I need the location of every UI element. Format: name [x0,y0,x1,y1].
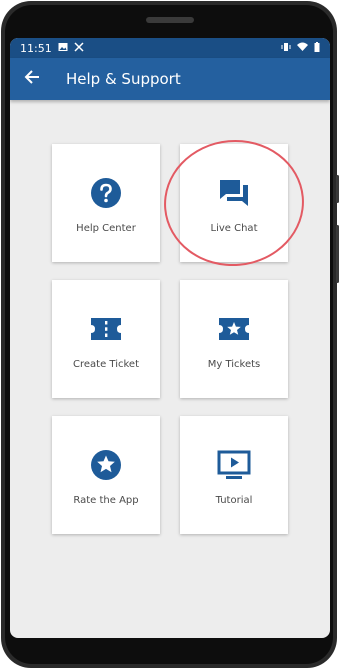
live-chat-card[interactable]: Live Chat [180,144,288,262]
tutorial-label: Tutorial [215,495,253,506]
wifi-icon [297,42,308,55]
star-ticket-icon [217,312,251,346]
vibrate-icon [281,42,291,55]
live-chat-label: Live Chat [210,223,258,234]
screen: 11:51 Help & Support Help Center Live Ch… [10,38,330,638]
create-ticket-card[interactable]: Create Ticket [52,280,160,398]
my-tickets-label: My Tickets [207,359,261,370]
battery-icon [314,41,320,55]
rate-app-label: Rate the App [73,495,139,506]
ticket-icon [89,312,123,346]
rate-app-card[interactable]: Rate the App [52,416,160,534]
create-ticket-label: Create Ticket [73,359,139,370]
star-circle-icon [89,448,123,482]
cut-icon [74,41,84,55]
phone-speaker [146,17,194,23]
power-button [336,225,339,283]
page-title: Help & Support [66,70,181,88]
chat-icon [217,176,251,210]
image-icon [58,42,68,55]
status-bar: 11:51 [10,38,330,58]
volume-button [336,175,339,203]
my-tickets-card[interactable]: My Tickets [180,280,288,398]
play-screen-icon [217,448,251,482]
tutorial-card[interactable]: Tutorial [180,416,288,534]
status-time: 11:51 [20,41,52,55]
help-circle-icon [89,176,123,210]
help-center-label: Help Center [76,223,136,234]
app-bar: Help & Support [10,58,330,100]
back-button[interactable] [10,58,54,100]
help-center-card[interactable]: Help Center [52,144,160,262]
arrow-left-icon [23,68,41,90]
